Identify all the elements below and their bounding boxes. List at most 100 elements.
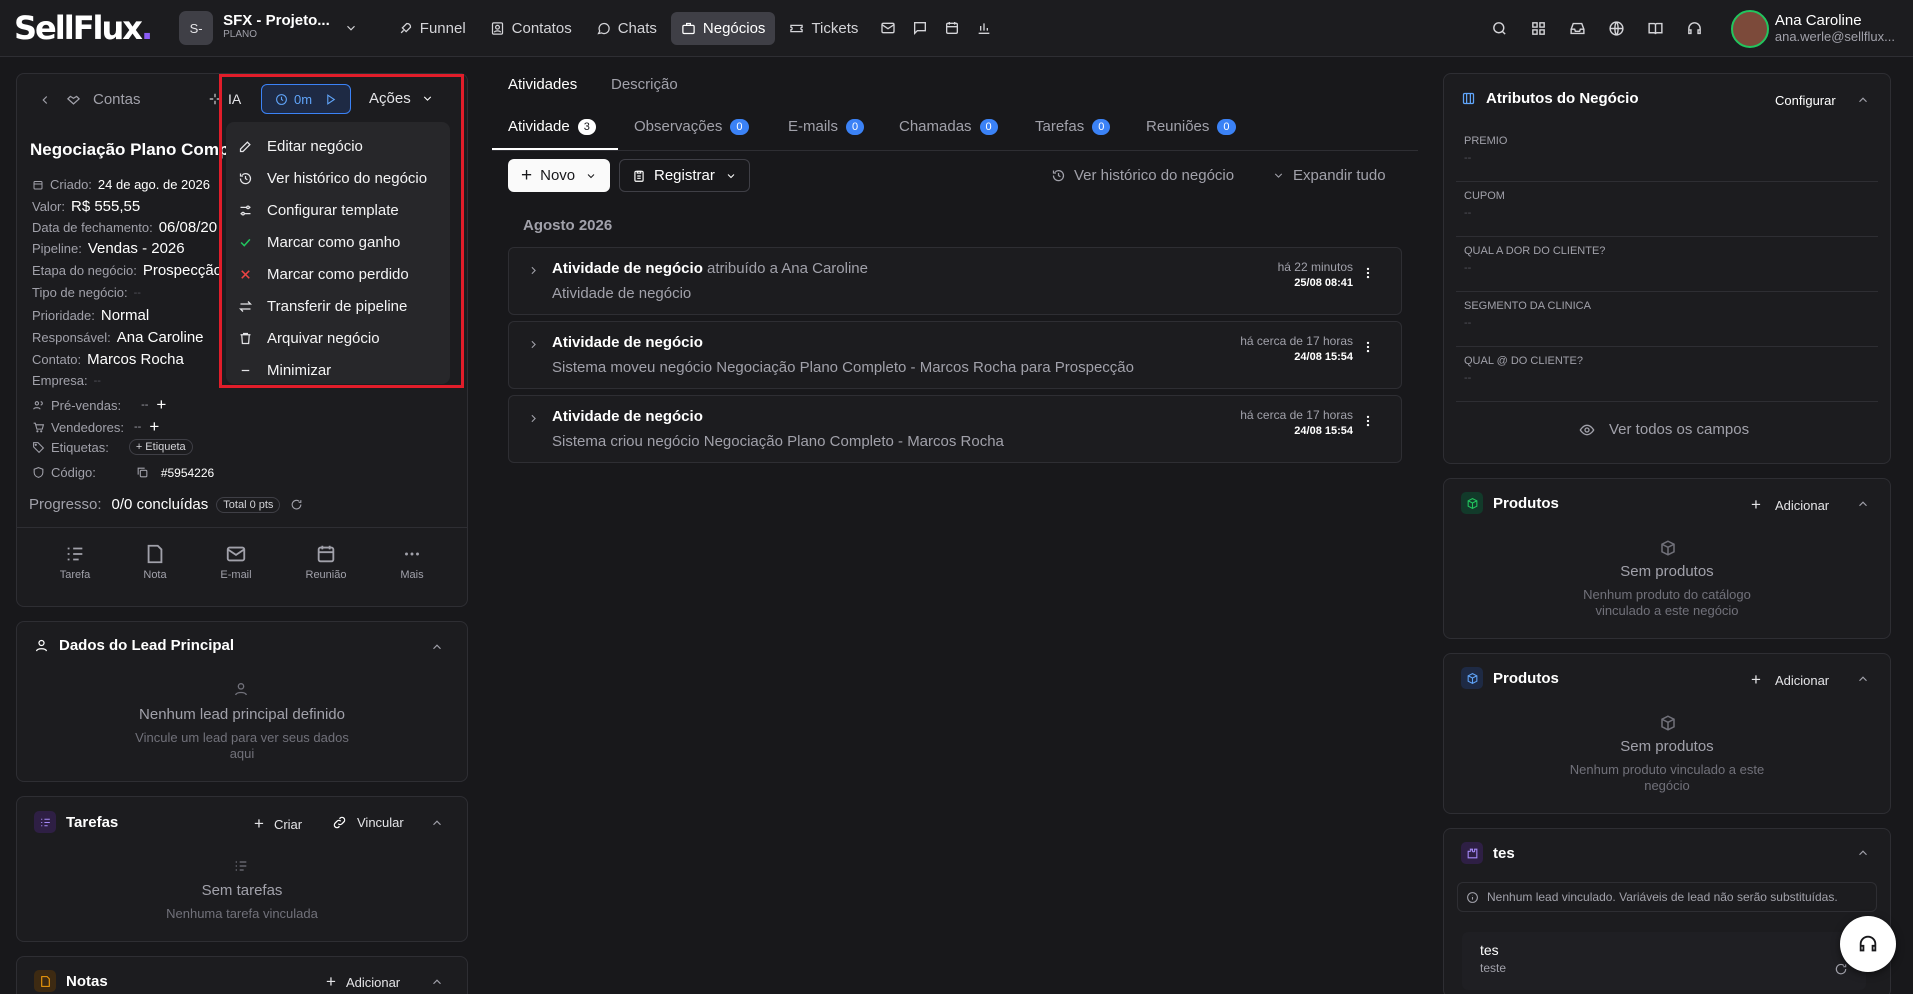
more-vertical-icon[interactable]	[1361, 266, 1375, 280]
activity-item[interactable]: Atividade de negócio Sistema moveu negóc…	[508, 321, 1402, 389]
more-vertical-icon[interactable]	[1361, 340, 1375, 354]
tes-item[interactable]: tes teste	[1462, 932, 1866, 990]
nav-chats[interactable]: Chats	[586, 12, 667, 45]
menu-edit-deal[interactable]: Editar negócio	[226, 130, 450, 162]
activity-item[interactable]: Atividade de negócio atribuído a Ana Car…	[508, 247, 1402, 315]
search-button[interactable]	[1491, 20, 1508, 37]
inbox-button[interactable]	[1569, 20, 1586, 37]
nav-tickets[interactable]: Tickets	[779, 12, 868, 45]
products-empty-title: Sem produtos	[1620, 738, 1714, 755]
new-button[interactable]: + Novo	[508, 159, 611, 192]
link-task-button[interactable]: Vincular	[332, 815, 404, 830]
actions-dropdown[interactable]: Ações	[369, 90, 434, 107]
chevron-up-icon[interactable]	[430, 640, 444, 654]
tab-emails[interactable]: E-mails 0	[788, 118, 865, 135]
chevron-down-icon	[587, 173, 595, 178]
more-vertical-icon[interactable]	[1361, 414, 1375, 428]
menu-minimize-label: Minimizar	[267, 361, 332, 379]
chevron-right-icon[interactable]	[527, 338, 540, 351]
menu-archive-deal[interactable]: Arquivar negócio	[226, 322, 450, 354]
nav-email[interactable]	[872, 12, 904, 44]
quick-action-reuniao[interactable]: Reunião	[286, 543, 366, 581]
support-button[interactable]	[1686, 20, 1703, 37]
create-task-button[interactable]: + Criar	[254, 814, 302, 834]
quick-action-mais[interactable]: Mais	[372, 543, 452, 581]
nav-contatos[interactable]: Contatos	[480, 12, 582, 45]
tab-tarefas[interactable]: Tarefas 0	[1035, 118, 1111, 135]
quick-action-tarefa[interactable]: Tarefa	[35, 543, 115, 581]
attributes-title: Atributos do Negócio	[1461, 90, 1639, 107]
menu-minimize[interactable]: Minimizar	[226, 354, 450, 386]
chevron-up-icon[interactable]	[1856, 93, 1870, 107]
quick-action-nota[interactable]: Nota	[115, 543, 195, 581]
tab-chamadas[interactable]: Chamadas 0	[899, 118, 998, 135]
lead-title: Dados do Lead Principal	[34, 637, 234, 654]
add-prevendas-button[interactable]: +	[156, 395, 166, 415]
notes-icon	[34, 970, 56, 992]
notes-title: Notas	[34, 970, 108, 992]
activity-title: Atividade de negócio atribuído a Ana Car…	[552, 260, 868, 277]
add-product-button[interactable]: + Adicionar	[1751, 495, 1829, 515]
nav-reports[interactable]	[968, 12, 1000, 44]
nav-negocios[interactable]: Negócios	[670, 11, 776, 45]
menu-view-history[interactable]: Ver histórico do negócio	[226, 162, 450, 194]
chevron-up-icon[interactable]	[1856, 846, 1870, 860]
tab-descricao[interactable]: Descrição	[611, 76, 678, 93]
add-note-button[interactable]: + Adicionar	[326, 972, 400, 992]
timer-button[interactable]: 0m	[261, 84, 351, 114]
chevron-right-icon[interactable]	[527, 264, 540, 277]
user-menu[interactable]: Ana Caroline ana.werle@sellflux...	[1730, 9, 1895, 48]
tab-reunioes[interactable]: Reuniões 0	[1146, 118, 1236, 135]
refresh-icon[interactable]	[290, 498, 303, 511]
add-note-label: Adicionar	[345, 974, 401, 990]
tab-atividades[interactable]: Atividades	[508, 76, 577, 93]
register-button[interactable]: Registrar	[619, 159, 750, 192]
activity-item[interactable]: Atividade de negócio Sistema criou negóc…	[508, 395, 1402, 463]
handshake-icon	[66, 95, 81, 105]
configure-button[interactable]: Configurar	[1775, 93, 1836, 108]
chevron-up-icon[interactable]	[430, 816, 444, 830]
docs-button[interactable]	[1647, 20, 1664, 37]
back-button[interactable]: Contas	[38, 91, 141, 108]
prevendas-value: --	[141, 399, 149, 411]
tab-observacoes[interactable]: Observações 0	[634, 118, 749, 135]
chevron-up-icon[interactable]	[1856, 672, 1870, 686]
chevron-up-icon[interactable]	[430, 975, 444, 989]
expand-all-link[interactable]: Expandir tudo	[1272, 167, 1386, 184]
apps-button[interactable]	[1530, 20, 1547, 37]
tab-tarefas-label: Tarefas	[1035, 118, 1085, 135]
add-vendedores-button[interactable]: +	[149, 417, 159, 437]
refresh-icon[interactable]	[1834, 962, 1848, 976]
ia-button[interactable]: IA	[208, 91, 241, 107]
nav-calendar[interactable]	[936, 12, 968, 44]
menu-mark-won[interactable]: Marcar como ganho	[226, 226, 450, 258]
nav-messages[interactable]	[904, 12, 936, 44]
rocket-icon	[400, 22, 411, 33]
add-product-button[interactable]: + Adicionar	[1751, 670, 1829, 690]
language-button[interactable]	[1608, 20, 1625, 37]
menu-mark-lost[interactable]: Marcar como perdido	[226, 258, 450, 290]
chevron-right-icon[interactable]	[527, 412, 540, 425]
tipo-label: Tipo de negócio:	[32, 285, 128, 300]
chevron-up-icon[interactable]	[1856, 497, 1870, 511]
copy-icon[interactable]	[136, 466, 149, 479]
sellflux-logo[interactable]: SellFlux.	[14, 9, 153, 47]
inbox-icon	[1570, 22, 1585, 35]
puzzle-icon	[1461, 842, 1483, 864]
floating-support-button[interactable]	[1840, 916, 1896, 972]
calendar-icon	[317, 545, 335, 563]
nav-funnel[interactable]: Funnel	[388, 12, 476, 45]
contato-value[interactable]: Marcos Rocha	[87, 351, 184, 368]
tab-atividade[interactable]: Atividade 3	[508, 118, 596, 135]
quick-action-email[interactable]: E-mail	[196, 543, 276, 581]
see-all-fields-button[interactable]: Ver todos os campos	[1579, 421, 1749, 438]
menu-configure-template[interactable]: Configurar template	[226, 194, 450, 226]
menu-transfer-pipeline[interactable]: Transferir de pipeline	[226, 290, 450, 322]
prevendas-label: Pré-vendas:	[51, 397, 122, 413]
add-etiqueta-button[interactable]: + Etiqueta	[128, 439, 193, 455]
nav-chats-label: Chats	[617, 19, 657, 37]
attributes-title-text: Atributos do Negócio	[1486, 90, 1639, 107]
activity-title: Atividade de negócio	[552, 334, 703, 351]
view-history-link[interactable]: Ver histórico do negócio	[1051, 167, 1234, 184]
project-switcher[interactable]: S- SFX - Projeto... PLANO	[179, 11, 358, 45]
